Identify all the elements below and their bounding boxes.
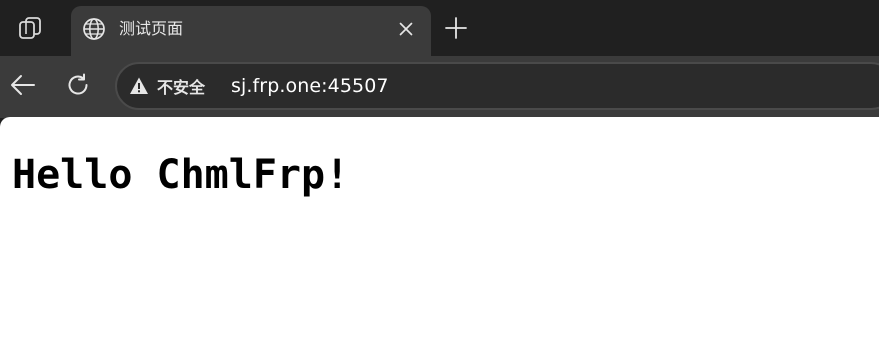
not-secure-label: 不安全 bbox=[157, 78, 206, 97]
site-security-indicator[interactable]: 不安全 bbox=[129, 72, 205, 100]
url-text[interactable]: sj.frp.one:45507 bbox=[231, 72, 389, 100]
arrow-left-icon bbox=[11, 75, 35, 95]
page-viewport: Hello ChmlFrp! bbox=[0, 117, 879, 353]
refresh-button[interactable] bbox=[61, 68, 95, 102]
refresh-icon bbox=[68, 73, 88, 95]
tab-strip: 测试页面 bbox=[0, 0, 879, 56]
address-bar[interactable]: 不安全 sj.frp.one:45507 bbox=[115, 62, 879, 110]
plus-icon bbox=[445, 17, 467, 39]
warning-triangle-icon bbox=[130, 77, 148, 94]
tab-actions-button[interactable] bbox=[10, 10, 50, 46]
browser-window: 测试页面 不安全 sj.frp.one:45507 Hello ChmlFrp! bbox=[0, 0, 879, 353]
navigation-toolbar: 不安全 sj.frp.one:45507 bbox=[0, 56, 879, 118]
new-tab-button[interactable] bbox=[440, 12, 472, 44]
tab-actions-icon bbox=[19, 17, 41, 39]
close-icon bbox=[399, 22, 413, 36]
tab-title: 测试页面 bbox=[119, 19, 184, 38]
tab-close-button[interactable] bbox=[396, 19, 416, 39]
globe-icon bbox=[83, 18, 105, 40]
page-heading: Hello ChmlFrp! bbox=[12, 152, 350, 198]
back-button[interactable] bbox=[6, 68, 40, 102]
tab-active[interactable]: 测试页面 bbox=[71, 6, 431, 56]
